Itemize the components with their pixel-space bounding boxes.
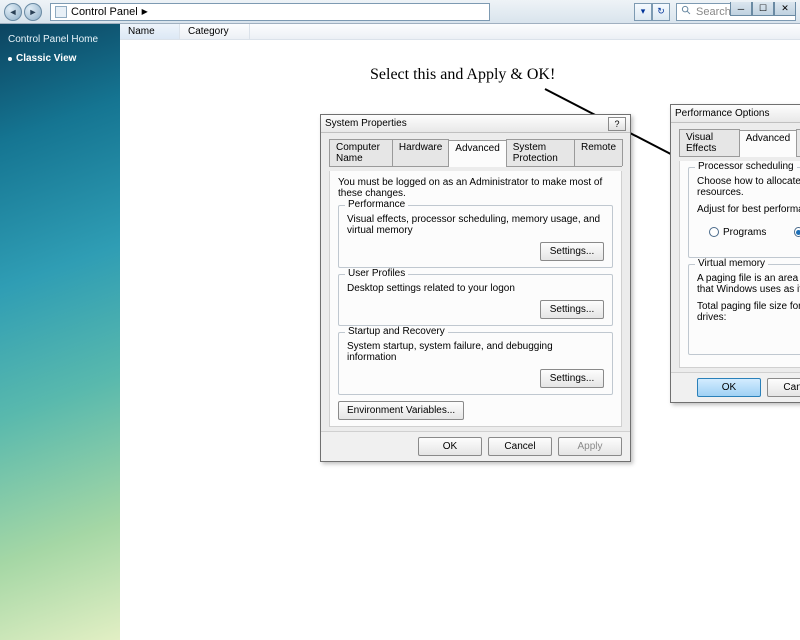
search-icon — [681, 5, 692, 19]
breadcrumb-segment[interactable]: Control Panel — [71, 6, 138, 18]
tab-visual-effects[interactable]: Visual Effects — [679, 129, 740, 156]
dialog-title: System Properties — [325, 118, 606, 129]
radio-bubble-icon — [709, 227, 719, 237]
column-name[interactable]: Name — [120, 24, 180, 39]
startup-recovery-group: Startup and Recovery System startup, sys… — [338, 332, 613, 395]
sysprops-advanced-pane: You must be logged on as an Administrato… — [329, 171, 622, 427]
radio-label: Programs — [723, 227, 766, 238]
window-close[interactable]: ✕ — [774, 2, 796, 16]
tab-system-protection[interactable]: System Protection — [506, 139, 575, 166]
user-profiles-settings-button[interactable]: Settings... — [540, 300, 604, 319]
tab-remote[interactable]: Remote — [574, 139, 623, 166]
environment-variables-button[interactable]: Environment Variables... — [338, 401, 464, 420]
tab-hardware[interactable]: Hardware — [392, 139, 449, 166]
address-bar[interactable]: Control Panel ▶ — [50, 3, 490, 21]
sysprops-apply-button[interactable]: Apply — [558, 437, 622, 456]
tab-advanced[interactable]: Advanced — [739, 130, 797, 157]
radio-background-services[interactable]: Background services — [794, 221, 800, 243]
sidebar-home[interactable]: Control Panel Home — [8, 34, 112, 45]
perfopts-ok-button[interactable]: OK — [697, 378, 761, 397]
group-legend: Startup and Recovery — [345, 326, 448, 337]
dialog-titlebar[interactable]: Performance Options ✕ — [671, 105, 800, 123]
group-legend: Virtual memory — [695, 258, 768, 269]
column-headers: Name Category — [120, 24, 800, 40]
startup-desc: System startup, system failure, and debu… — [347, 341, 604, 363]
processor-scheduling-group: Processor scheduling Choose how to alloc… — [688, 167, 800, 258]
system-properties-dialog: System Properties ? Computer Name Hardwa… — [320, 114, 631, 462]
sysprops-tabs: Computer Name Hardware Advanced System P… — [329, 139, 622, 167]
dialog-help-button[interactable]: ? — [608, 117, 626, 131]
tab-advanced[interactable]: Advanced — [448, 140, 506, 167]
proc-sched-desc: Choose how to allocate processor resourc… — [697, 176, 800, 198]
sysprops-footer: OK Cancel Apply — [321, 431, 630, 461]
radio-programs[interactable]: Programs — [709, 221, 766, 243]
tab-computer-name[interactable]: Computer Name — [329, 139, 393, 166]
window-maximize[interactable]: ☐ — [752, 2, 774, 16]
sidebar-classic-view[interactable]: Classic View — [8, 53, 112, 64]
column-category[interactable]: Category — [180, 24, 250, 39]
control-panel-sidebar: Control Panel Home Classic View — [0, 24, 120, 640]
dialog-title: Performance Options — [675, 108, 800, 119]
explorer-toolbar: ◄ ► Control Panel ▶ ▾ ↻ Search — [0, 0, 800, 24]
virtual-memory-group: Virtual memory A paging file is an area … — [688, 264, 800, 355]
perfopts-footer: OK Cancel Apply — [671, 372, 800, 402]
chevron-right-icon[interactable]: ▶ — [142, 7, 148, 16]
bullet-icon — [8, 57, 12, 61]
dialog-titlebar[interactable]: System Properties ? — [321, 115, 630, 133]
group-legend: Performance — [345, 199, 408, 210]
control-panel-icon — [55, 6, 67, 18]
performance-desc: Visual effects, processor scheduling, me… — [347, 214, 604, 236]
performance-settings-button[interactable]: Settings... — [540, 242, 604, 261]
adjust-label: Adjust for best performance of: — [697, 204, 800, 215]
admin-note: You must be logged on as an Administrato… — [338, 177, 613, 199]
address-dropdown[interactable]: ▾ — [634, 3, 652, 21]
sysprops-ok-button[interactable]: OK — [418, 437, 482, 456]
nav-back-button[interactable]: ◄ — [4, 3, 22, 21]
sysprops-cancel-button[interactable]: Cancel — [488, 437, 552, 456]
user-profiles-desc: Desktop settings related to your logon — [347, 283, 604, 294]
window-controls: ─ ☐ ✕ — [730, 2, 796, 16]
window-minimize[interactable]: ─ — [730, 2, 752, 16]
annotation-text: Select this and Apply & OK! — [370, 66, 555, 84]
content-area: Name Category Select this and Apply & OK… — [120, 24, 800, 640]
perfopts-advanced-pane: Processor scheduling Choose how to alloc… — [679, 161, 800, 368]
performance-group: Performance Visual effects, processor sc… — [338, 205, 613, 268]
perfopts-tabs: Visual Effects Advanced Data Execution P… — [679, 129, 800, 157]
search-placeholder: Search — [696, 6, 731, 18]
vm-total-label: Total paging file size for all drives: — [697, 301, 800, 323]
vm-desc: A paging file is an area on the hard dis… — [697, 273, 800, 295]
radio-bubble-icon — [794, 227, 800, 237]
user-profiles-group: User Profiles Desktop settings related t… — [338, 274, 613, 326]
perfopts-cancel-button[interactable]: Cancel — [767, 378, 800, 397]
performance-options-dialog: Performance Options ✕ Visual Effects Adv… — [670, 104, 800, 403]
group-legend: Processor scheduling — [695, 161, 797, 172]
nav-forward-button[interactable]: ► — [24, 3, 42, 21]
sidebar-item-label: Classic View — [16, 53, 76, 64]
startup-settings-button[interactable]: Settings... — [540, 369, 604, 388]
group-legend: User Profiles — [345, 268, 408, 279]
refresh-button[interactable]: ↻ — [652, 3, 670, 21]
